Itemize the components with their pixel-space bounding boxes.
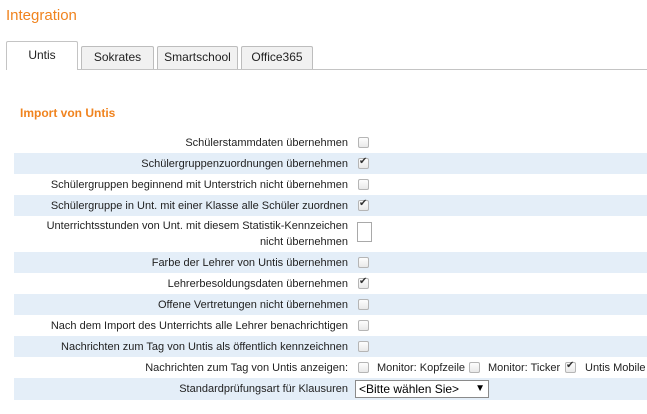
setting-row: Nachrichten zum Tag von Untis als öffent… — [14, 336, 647, 357]
setting-row: Offene Vertretungen nicht übernehmen — [14, 294, 647, 315]
untis-mobile-checkbox[interactable] — [565, 360, 576, 373]
setting-label: Nachrichten zum Tag von Untis anzeigen: — [145, 362, 348, 374]
skip-open-substitutions-checkbox[interactable] — [358, 299, 369, 310]
mark-messages-public-checkbox[interactable] — [358, 341, 369, 352]
statistic-code-input[interactable] — [357, 222, 372, 242]
tab-smartschool[interactable]: Smartschool — [157, 46, 238, 69]
dropdown-arrow-icon: ▼ — [475, 383, 485, 394]
setting-label: Nach dem Import des Unterrichts alle Leh… — [50, 320, 348, 332]
import-student-master-data-checkbox[interactable] — [358, 137, 369, 148]
setting-row: Lehrerbesoldungsdaten übernehmen — [14, 273, 647, 294]
setting-row: Unterrichtsstunden von Unt. mit diesem S… — [14, 216, 647, 252]
setting-label: Farbe der Lehrer von Untis übernehmen — [151, 257, 348, 269]
setting-row: Nachrichten zum Tag von Untis anzeigen: … — [14, 357, 647, 378]
import-student-group-assignments-checkbox[interactable] — [358, 156, 369, 169]
setting-row: Schülerstammdaten übernehmen — [14, 132, 647, 153]
select-value: <Bitte wählen Sie> — [359, 382, 460, 396]
setting-label: Schülergruppenzuordnungen übernehmen — [141, 158, 348, 170]
skip-underscore-groups-checkbox[interactable] — [358, 179, 369, 190]
setting-label: Offene Vertretungen nicht übernehmen — [158, 299, 348, 311]
monitor-header-label: Monitor: Kopfzeile — [377, 362, 466, 374]
tab-untis[interactable]: Untis — [6, 41, 78, 70]
tab-sokrates[interactable]: Sokrates — [81, 46, 154, 69]
setting-label: Unterrichtsstunden von Unt. mit diesem S… — [47, 218, 348, 250]
import-settings-list: Schülerstammdaten übernehmen Schülergrup… — [14, 132, 647, 400]
monitor-header-checkbox[interactable] — [358, 362, 369, 373]
tab-divider — [6, 69, 647, 70]
setting-label: Nachrichten zum Tag von Untis als öffent… — [61, 341, 348, 353]
setting-label: Schülerstammdaten übernehmen — [185, 137, 348, 149]
section-title: Import von Untis — [20, 106, 116, 120]
default-exam-type-select[interactable]: <Bitte wählen Sie> ▼ — [355, 380, 489, 398]
setting-row: Standardprüfungsart für Klausuren <Bitte… — [14, 378, 647, 400]
import-teacher-color-checkbox[interactable] — [358, 257, 369, 268]
monitor-ticker-label: Monitor: Ticker — [488, 362, 561, 374]
setting-label: Schülergruppe in Unt. mit einer Klasse a… — [50, 200, 348, 212]
setting-row: Schülergruppe in Unt. mit einer Klasse a… — [14, 195, 647, 216]
setting-label: Lehrerbesoldungsdaten übernehmen — [167, 278, 348, 290]
tab-office365[interactable]: Office365 — [241, 46, 313, 69]
setting-row: Farbe der Lehrer von Untis übernehmen — [14, 252, 647, 273]
page-title: Integration — [6, 7, 77, 24]
assign-all-students-checkbox[interactable] — [358, 198, 369, 211]
monitor-ticker-checkbox[interactable] — [469, 362, 480, 373]
setting-label-line-2: nicht übernehmen — [259, 236, 348, 248]
import-teacher-salary-checkbox[interactable] — [358, 276, 369, 289]
setting-row: Nach dem Import des Unterrichts alle Leh… — [14, 315, 647, 336]
untis-mobile-label: Untis Mobile — [585, 362, 646, 374]
setting-row: Schülergruppen beginnend mit Unterstrich… — [14, 174, 647, 195]
setting-label-line-1: Unterrichtsstunden von Unt. mit diesem S… — [46, 220, 348, 232]
setting-label: Schülergruppen beginnend mit Unterstrich… — [50, 179, 348, 191]
setting-label: Standardprüfungsart für Klausuren — [179, 383, 348, 395]
notify-teachers-checkbox[interactable] — [358, 320, 369, 331]
setting-row: Schülergruppenzuordnungen übernehmen — [14, 153, 647, 174]
tab-bar: Untis Sokrates Smartschool Office365 — [6, 41, 647, 70]
